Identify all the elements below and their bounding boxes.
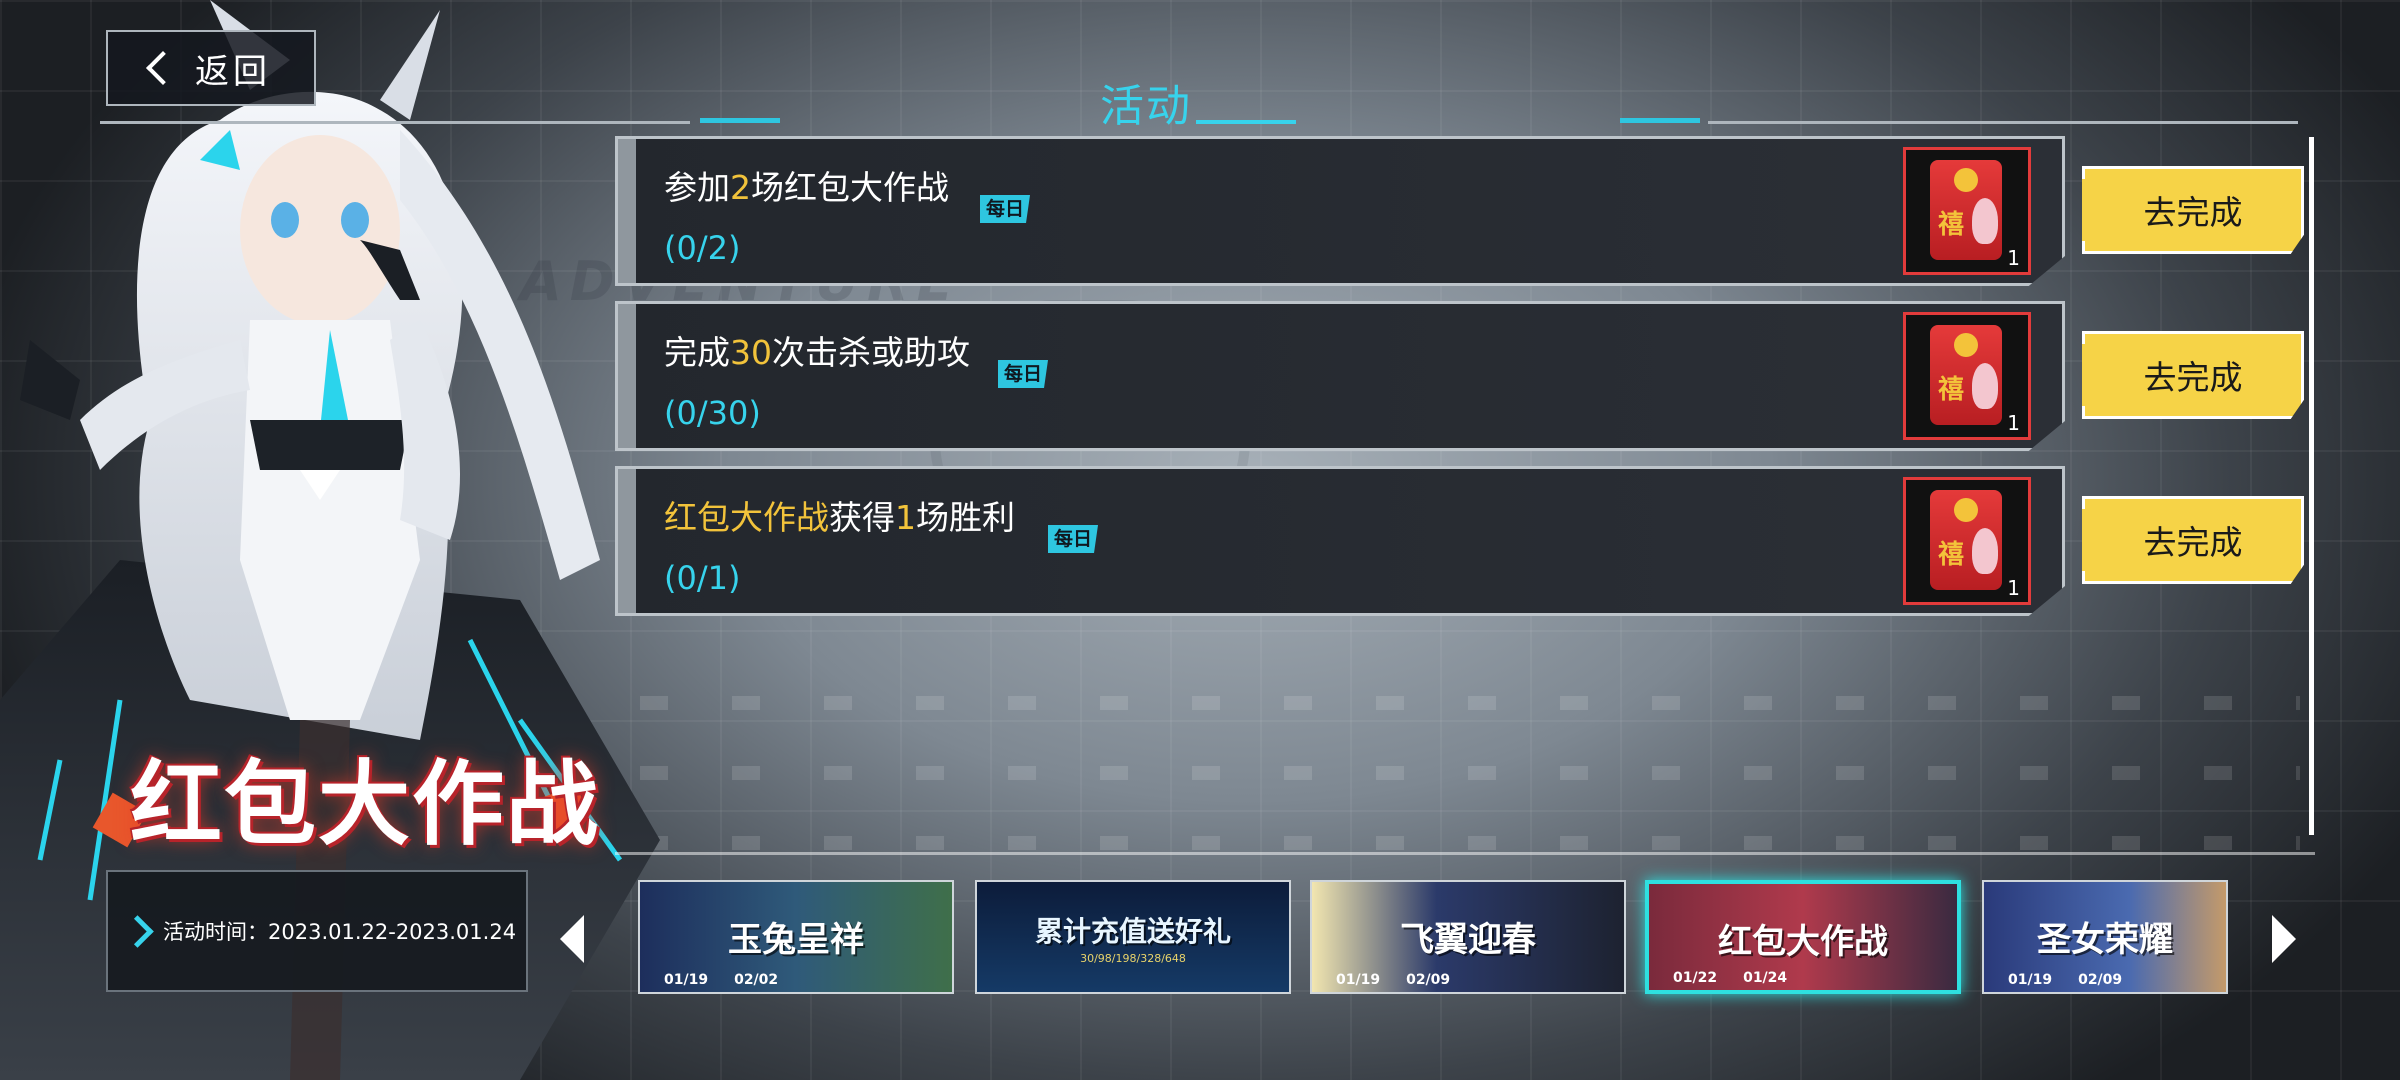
reward-item[interactable]: 禧 1 <box>1903 477 2031 605</box>
task-card: 参加2场红包大作战 每日 (0/2) 禧 1 <box>615 136 2065 286</box>
event-banner[interactable]: 玉兔呈祥 01/19 02/02 <box>638 880 954 994</box>
task-name: 参加2场红包大作战 <box>664 168 949 207</box>
reward-count: 1 <box>2007 576 2020 600</box>
banner-dates: 01/19 02/09 <box>2008 972 2123 988</box>
background-pattern <box>640 660 2300 850</box>
task-name: 红包大作战获得1场胜利 <box>664 498 1015 537</box>
reward-count: 1 <box>2007 246 2020 270</box>
banner-title: 累计充值送好礼 <box>1034 915 1231 948</box>
daily-badge: 每日 <box>998 360 1049 388</box>
red-envelope-rabbit-icon: 禧 <box>1930 490 2002 590</box>
event-title: 红包大作战 <box>130 750 601 858</box>
event-banner[interactable]: 飞翼迎春 01/19 02/09 <box>1310 880 1626 994</box>
task-name: 完成30次击杀或助攻 <box>664 333 970 372</box>
carousel-next-arrow-icon[interactable] <box>2272 915 2296 963</box>
red-envelope-rabbit-icon: 禧 <box>1930 160 2002 260</box>
go-complete-button[interactable]: 去完成 <box>2082 331 2304 419</box>
title-accent-right <box>1620 118 1700 123</box>
carousel-prev-arrow-icon[interactable] <box>560 915 584 963</box>
event-time-box: 活动时间：2023.01.22-2023.01.24 <box>106 870 528 992</box>
task-row: 参加2场红包大作战 每日 (0/2) 禧 1 去完成 <box>615 136 2315 292</box>
reward-count: 1 <box>2007 411 2020 435</box>
daily-badge: 每日 <box>980 195 1031 223</box>
task-progress: (0/2) <box>664 229 741 267</box>
task-row: 红包大作战获得1场胜利 每日 (0/1) 禧 1 去完成 <box>615 466 2315 622</box>
task-row: 完成30次击杀或助攻 每日 (0/30) 禧 1 去完成 <box>615 301 2315 457</box>
banner-title: 红包大作战 <box>1718 922 1888 962</box>
title-divider-left <box>100 121 690 124</box>
banner-title: 圣女荣耀 <box>2037 920 2173 960</box>
banner-title: 玉兔呈祥 <box>728 920 864 960</box>
back-label: 返回 <box>195 51 271 92</box>
event-banner[interactable]: 圣女荣耀 01/19 02/09 <box>1982 880 2228 994</box>
page-title: 活动 <box>1100 70 1300 132</box>
task-progress: (0/30) <box>664 394 761 432</box>
banner-dates: 01/19 02/02 <box>664 972 779 988</box>
back-button[interactable]: 返回 <box>106 30 316 106</box>
event-time-label: 活动时间： <box>163 920 268 944</box>
title-accent-left <box>700 118 780 123</box>
go-complete-button[interactable]: 去完成 <box>2082 496 2304 584</box>
panel-divider <box>615 852 2315 855</box>
banner-dates: 01/22 01/24 <box>1673 970 1788 986</box>
task-progress: (0/1) <box>664 559 741 597</box>
title-divider-right <box>1708 121 2298 124</box>
task-card: 红包大作战获得1场胜利 每日 (0/1) 禧 1 <box>615 466 2065 616</box>
scrollbar[interactable] <box>2309 137 2314 835</box>
event-time-value: 2023.01.22-2023.01.24 <box>268 920 517 944</box>
event-banner[interactable]: 累计充值送好礼 30/98/198/328/648 <box>975 880 1291 994</box>
daily-badge: 每日 <box>1048 525 1099 553</box>
reward-item[interactable]: 禧 1 <box>1903 147 2031 275</box>
task-card: 完成30次击杀或助攻 每日 (0/30) 禧 1 <box>615 301 2065 451</box>
reward-item[interactable]: 禧 1 <box>1903 312 2031 440</box>
banner-subtitle: 30/98/198/328/648 <box>1080 952 1186 965</box>
red-envelope-rabbit-icon: 禧 <box>1930 325 2002 425</box>
chevron-left-icon <box>146 51 180 85</box>
banner-dates: 01/19 02/09 <box>1336 972 1451 988</box>
go-complete-button[interactable]: 去完成 <box>2082 166 2304 254</box>
event-banner-active[interactable]: 红包大作战 01/22 01/24 <box>1645 880 1961 994</box>
chevron-right-icon <box>121 914 154 948</box>
banner-title: 飞翼迎春 <box>1400 920 1536 960</box>
